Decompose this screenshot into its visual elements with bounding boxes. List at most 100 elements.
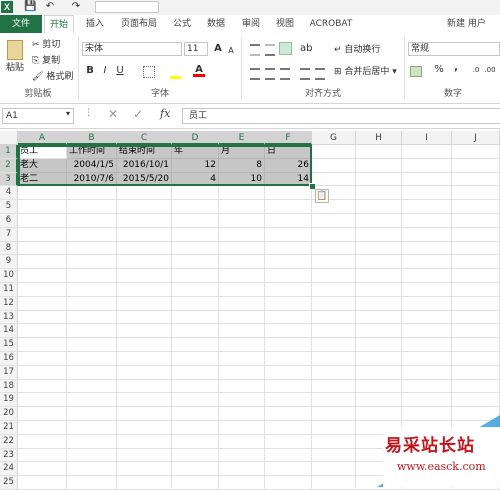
cell-b7[interactable] (67, 227, 117, 242)
enter-icon[interactable]: ✓ (133, 107, 143, 121)
cell-g3[interactable] (312, 172, 356, 187)
cell-h3[interactable] (356, 172, 402, 187)
cell-d7[interactable] (172, 227, 219, 242)
cell-g9[interactable] (312, 255, 356, 270)
cell-d2[interactable]: 12 (172, 158, 219, 173)
cell-i1[interactable] (402, 145, 452, 159)
currency-icon[interactable] (410, 66, 422, 77)
cell-c8[interactable] (117, 241, 172, 256)
row-header-15[interactable]: 15 (0, 338, 18, 352)
cell-e3[interactable]: 10 (219, 172, 265, 187)
cell-e22[interactable] (219, 434, 265, 449)
insert-function-icon[interactable]: fx (160, 107, 170, 120)
bold-icon[interactable]: B (84, 65, 96, 77)
cell-f3[interactable]: 14 (265, 172, 312, 187)
tab-formulas[interactable]: 公式 (168, 15, 196, 33)
cell-j1[interactable] (452, 145, 500, 159)
cell-h12[interactable] (356, 296, 402, 311)
cell-a15[interactable] (18, 338, 67, 352)
cell-h13[interactable] (356, 310, 402, 325)
cell-e9[interactable] (219, 255, 265, 270)
cell-d4[interactable] (172, 186, 219, 201)
cell-f11[interactable] (265, 283, 312, 297)
cell-a2[interactable]: 老大 (18, 158, 67, 173)
cell-b2[interactable]: 2004/1/5 (67, 158, 117, 173)
cell-g8[interactable] (312, 241, 356, 256)
cell-j3[interactable] (452, 172, 500, 187)
cell-j16[interactable] (452, 352, 500, 366)
cell-c4[interactable] (117, 186, 172, 201)
cell-a1[interactable]: 员工 (18, 145, 67, 159)
cell-a20[interactable] (18, 407, 67, 421)
cell-j9[interactable] (452, 255, 500, 270)
underline-icon[interactable]: U (114, 65, 126, 77)
save-icon[interactable]: 💾 (24, 1, 36, 13)
row-header-7[interactable]: 7 (0, 227, 18, 242)
cell-e17[interactable] (219, 365, 265, 380)
cell-i3[interactable] (402, 172, 452, 187)
cell-g10[interactable] (312, 269, 356, 283)
tab-page-layout[interactable]: 页面布局 (115, 15, 163, 33)
orientation-icon[interactable]: ab (300, 43, 312, 55)
row-header-21[interactable]: 21 (0, 421, 18, 435)
quick-access-box[interactable] (95, 1, 159, 13)
cell-f8[interactable] (265, 241, 312, 256)
cell-f20[interactable] (265, 407, 312, 421)
column-header-b[interactable]: B (67, 131, 117, 145)
cell-c14[interactable] (117, 324, 172, 339)
cut-button[interactable]: ✂ 剪切 (32, 39, 60, 51)
cell-d1[interactable]: 年 (172, 145, 219, 159)
column-header-e[interactable]: E (219, 131, 265, 145)
align-middle-icon[interactable] (265, 44, 275, 56)
cell-h2[interactable] (356, 158, 402, 173)
cell-f9[interactable] (265, 255, 312, 270)
cell-b22[interactable] (67, 434, 117, 449)
cell-h1[interactable] (356, 145, 402, 159)
cell-b17[interactable] (67, 365, 117, 380)
name-box[interactable]: A1 (2, 108, 74, 124)
row-header-5[interactable]: 5 (0, 200, 18, 214)
cell-e19[interactable] (219, 393, 265, 408)
cell-h19[interactable] (356, 393, 402, 408)
cell-d23[interactable] (172, 448, 219, 463)
cell-j5[interactable] (452, 200, 500, 214)
row-header-3[interactable]: 3 (0, 172, 18, 187)
name-box-dropdown-icon[interactable]: ▾ (66, 109, 70, 118)
cell-g23[interactable] (312, 448, 356, 463)
cell-b10[interactable] (67, 269, 117, 283)
decrease-decimal-icon[interactable]: .00 (484, 64, 496, 76)
row-header-24[interactable]: 24 (0, 462, 18, 477)
cell-c24[interactable] (117, 462, 172, 477)
cell-b6[interactable] (67, 214, 117, 228)
cell-i19[interactable] (402, 393, 452, 408)
cell-d6[interactable] (172, 214, 219, 228)
cell-f21[interactable] (265, 421, 312, 435)
select-all-corner[interactable] (0, 131, 18, 145)
cell-d3[interactable]: 4 (172, 172, 219, 187)
row-header-8[interactable]: 8 (0, 241, 18, 256)
cell-j10[interactable] (452, 269, 500, 283)
font-name-select[interactable]: 宋体 (82, 42, 182, 56)
cell-g15[interactable] (312, 338, 356, 352)
cell-j14[interactable] (452, 324, 500, 339)
column-header-d[interactable]: D (172, 131, 219, 145)
cell-b20[interactable] (67, 407, 117, 421)
cell-c18[interactable] (117, 379, 172, 394)
cell-a9[interactable] (18, 255, 67, 270)
cell-e25[interactable] (219, 476, 265, 490)
cell-g7[interactable] (312, 227, 356, 242)
cell-b15[interactable] (67, 338, 117, 352)
font-color-icon[interactable]: A (193, 64, 205, 77)
cell-d22[interactable] (172, 434, 219, 449)
cell-f23[interactable] (265, 448, 312, 463)
cell-d18[interactable] (172, 379, 219, 394)
cell-j7[interactable] (452, 227, 500, 242)
cell-c25[interactable] (117, 476, 172, 490)
cell-g18[interactable] (312, 379, 356, 394)
cell-d14[interactable] (172, 324, 219, 339)
cell-b1[interactable]: 工作时间 (67, 145, 117, 159)
cell-d17[interactable] (172, 365, 219, 380)
cell-e11[interactable] (219, 283, 265, 297)
row-header-20[interactable]: 20 (0, 407, 18, 421)
cell-i14[interactable] (402, 324, 452, 339)
